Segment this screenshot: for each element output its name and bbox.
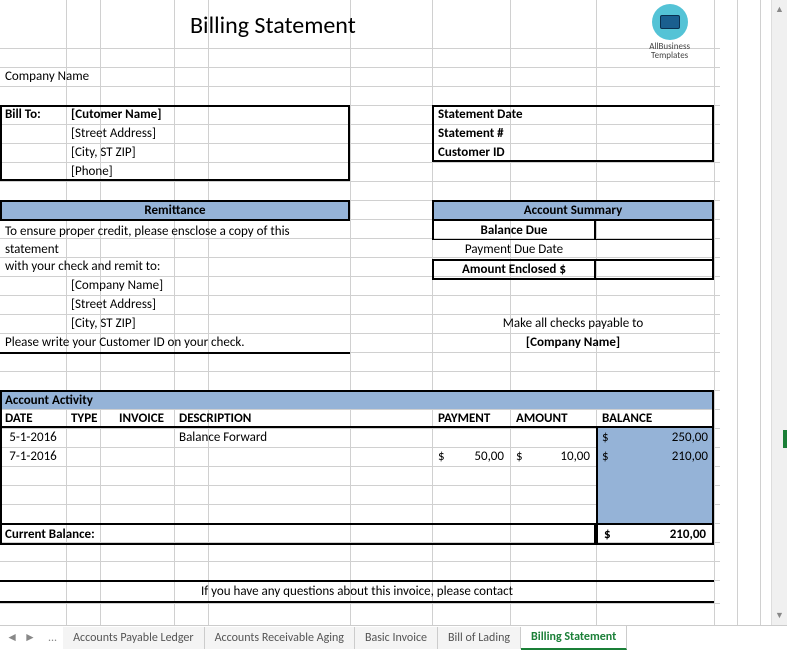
page-title: Billing Statement bbox=[190, 11, 356, 40]
tab-overflow[interactable]: ... bbox=[42, 631, 63, 645]
row1-amount-cell[interactable]: $ 10,00 bbox=[510, 447, 596, 466]
company-name-label[interactable]: Company Name bbox=[2, 67, 92, 86]
payment-due-label: Payment Due Date bbox=[432, 240, 596, 259]
payable-label: Make all checks payable to bbox=[432, 314, 714, 333]
col-balance: BALANCE bbox=[599, 409, 655, 428]
remit-street[interactable]: [Street Address] bbox=[68, 295, 159, 314]
col-date: DATE bbox=[2, 409, 36, 428]
payable-company[interactable]: [Company Name] bbox=[432, 333, 714, 352]
row1-date[interactable]: 7-1-2016 bbox=[0, 447, 66, 466]
row0-desc[interactable]: Balance Forward bbox=[176, 428, 270, 447]
remittance-line3: Please write your Customer ID on your ch… bbox=[2, 333, 248, 352]
bill-to-box bbox=[0, 105, 350, 181]
tab-basic-invoice[interactable]: Basic Invoice bbox=[355, 627, 438, 649]
remit-city[interactable]: [City, ST ZIP] bbox=[68, 314, 139, 333]
current-sym: $ bbox=[604, 527, 611, 542]
chevron-right-icon: ► bbox=[24, 630, 36, 645]
statement-date-label: Statement Date bbox=[435, 105, 526, 124]
bill-to-street[interactable]: [Street Address] bbox=[68, 124, 159, 143]
col-type: TYPE bbox=[68, 409, 100, 428]
bill-to-phone[interactable]: [Phone] bbox=[68, 162, 116, 181]
spreadsheet-area: Billing Statement AllBusiness Templates … bbox=[0, 0, 787, 625]
current-val: 210,00 bbox=[670, 527, 706, 542]
selection-indicator bbox=[783, 430, 787, 448]
account-summary-header: Account Summary bbox=[432, 200, 714, 221]
remittance-line1: To ensure proper credit, please ensclose… bbox=[2, 221, 348, 259]
account-activity-header: Account Activity bbox=[0, 390, 714, 409]
row0-date[interactable]: 5-1-2016 bbox=[0, 428, 66, 447]
row1-amt-sym: $ bbox=[516, 449, 523, 464]
sheet-tabs: ◄► ... Accounts Payable Ledger Accounts … bbox=[0, 625, 787, 649]
bill-to-city[interactable]: [City, ST ZIP] bbox=[68, 143, 139, 162]
bill-to-customer[interactable]: [Cutomer Name] bbox=[68, 105, 164, 124]
col-amount: AMOUNT bbox=[513, 409, 571, 428]
customer-id-label: Customer ID bbox=[435, 143, 508, 162]
chevron-left-icon: ◄ bbox=[6, 630, 18, 645]
row1-payment: 50,00 bbox=[474, 449, 504, 464]
amount-enclosed-label: Amount Enclosed $ bbox=[432, 259, 596, 280]
tab-billing-statement[interactable]: Billing Statement bbox=[521, 626, 627, 650]
row1-payment-cell[interactable]: $ 50,00 bbox=[432, 447, 510, 466]
tab-nav-arrows[interactable]: ◄► bbox=[0, 630, 42, 645]
vertical-scrollbar[interactable] bbox=[771, 0, 787, 625]
tab-accounts-payable[interactable]: Accounts Payable Ledger bbox=[63, 627, 204, 649]
logo: AllBusiness Templates bbox=[649, 4, 690, 61]
remit-company[interactable]: [Company Name] bbox=[68, 276, 166, 295]
tab-accounts-receivable[interactable]: Accounts Receivable Aging bbox=[205, 627, 355, 649]
col-desc: DESCRIPTION bbox=[176, 409, 254, 428]
tab-bill-of-lading[interactable]: Bill of Lading bbox=[438, 627, 521, 649]
row1-amount: 10,00 bbox=[560, 449, 590, 464]
statement-num-label: Statement # bbox=[435, 124, 507, 143]
remittance-line2: with your check and remit to: bbox=[2, 257, 163, 276]
laptop-icon bbox=[660, 15, 680, 29]
row1-pay-sym: $ bbox=[438, 449, 445, 464]
current-balance-label: Current Balance: bbox=[0, 523, 596, 545]
remittance-header: Remittance bbox=[0, 200, 350, 221]
current-balance-cell: $ 210,00 bbox=[596, 523, 714, 545]
bill-to-label: Bill To: bbox=[2, 105, 44, 124]
col-payment: PAYMENT bbox=[435, 409, 493, 428]
col-invoice: INVOICE bbox=[116, 409, 167, 428]
logo-text-2: Templates bbox=[649, 51, 690, 60]
title-row: Billing Statement AllBusiness Templates bbox=[0, 6, 720, 44]
